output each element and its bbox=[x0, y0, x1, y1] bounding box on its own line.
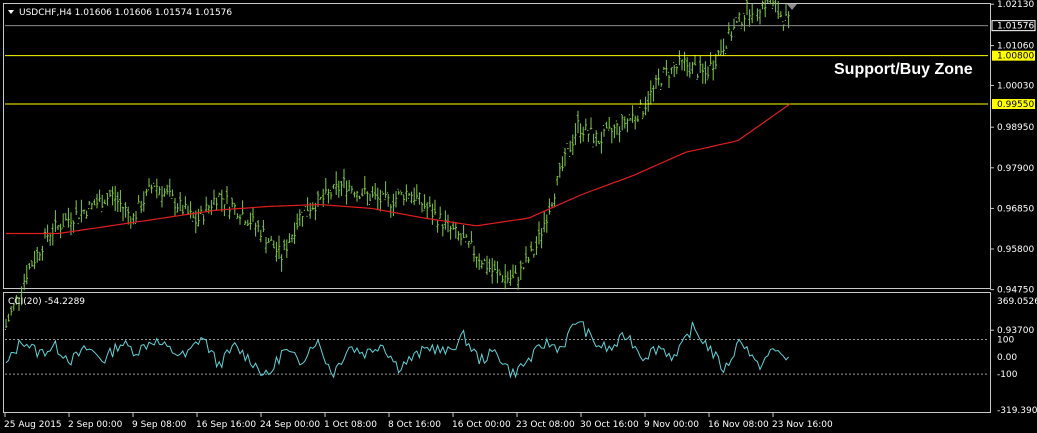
time-tick-label: 9 Sep 08:00 bbox=[132, 420, 187, 430]
price-tick-label: 0.98950 bbox=[997, 123, 1034, 133]
price-tick-label: 1.01060 bbox=[997, 42, 1034, 52]
cci-label: CCI(20) -54.2289 bbox=[8, 297, 85, 307]
time-tick-label: 25 Aug 2015 bbox=[4, 420, 62, 430]
time-tick-label: 16 Sep 16:00 bbox=[196, 420, 256, 430]
price-tick-label: 1.00030 bbox=[997, 81, 1034, 91]
time-tick-label: 8 Oct 16:00 bbox=[388, 420, 441, 430]
price-tick-label: 0.97900 bbox=[997, 164, 1034, 174]
time-tick-label: 2 Sep 00:00 bbox=[68, 420, 123, 430]
price-tick-label: 0.95800 bbox=[997, 245, 1034, 255]
cci-axis-label: 100 bbox=[997, 336, 1014, 346]
time-tick-label: 23 Nov 16:00 bbox=[772, 420, 833, 430]
price-tick-label: 1.02130 bbox=[997, 0, 1034, 10]
price-marker-label: 1.01576 bbox=[997, 22, 1034, 32]
price-marker-label: 0.99550 bbox=[997, 100, 1034, 110]
support-buy-zone-label: Support/Buy Zone bbox=[834, 61, 973, 78]
price-tick-label: 0.96850 bbox=[997, 204, 1034, 214]
price-tick-label: 0.94750 bbox=[997, 286, 1034, 296]
price-axis: 1.02130 1.01060 1.00030 0.98950 0.97900 0.968… bbox=[990, 0, 1036, 336]
cci-axis-label: 369.0526 bbox=[997, 297, 1037, 307]
cci-axis-label: -100 bbox=[997, 370, 1018, 380]
time-tick-label: 16 Oct 00:00 bbox=[452, 420, 511, 430]
time-tick-label: 1 Oct 08:00 bbox=[324, 420, 377, 430]
time-tick-label: 24 Sep 00:00 bbox=[260, 420, 320, 430]
cci-axis-label: -319.3908 bbox=[997, 406, 1037, 416]
time-tick-label: 9 Nov 00:00 bbox=[644, 420, 699, 430]
cci-axis-label: 0.00 bbox=[997, 353, 1017, 363]
price-chart[interactable]: 1.02130 1.01060 1.00030 0.98950 0.97900 0.968… bbox=[0, 0, 1037, 433]
symbol-info: USDCHF,H4 1.01606 1.01606 1.01574 1.0157… bbox=[19, 8, 232, 18]
time-tick-label: 16 Nov 08:00 bbox=[708, 420, 769, 430]
time-tick-label: 30 Oct 16:00 bbox=[580, 420, 639, 430]
time-tick-label: 23 Oct 08:00 bbox=[516, 420, 575, 430]
price-marker-label: 1.00800 bbox=[997, 52, 1034, 62]
